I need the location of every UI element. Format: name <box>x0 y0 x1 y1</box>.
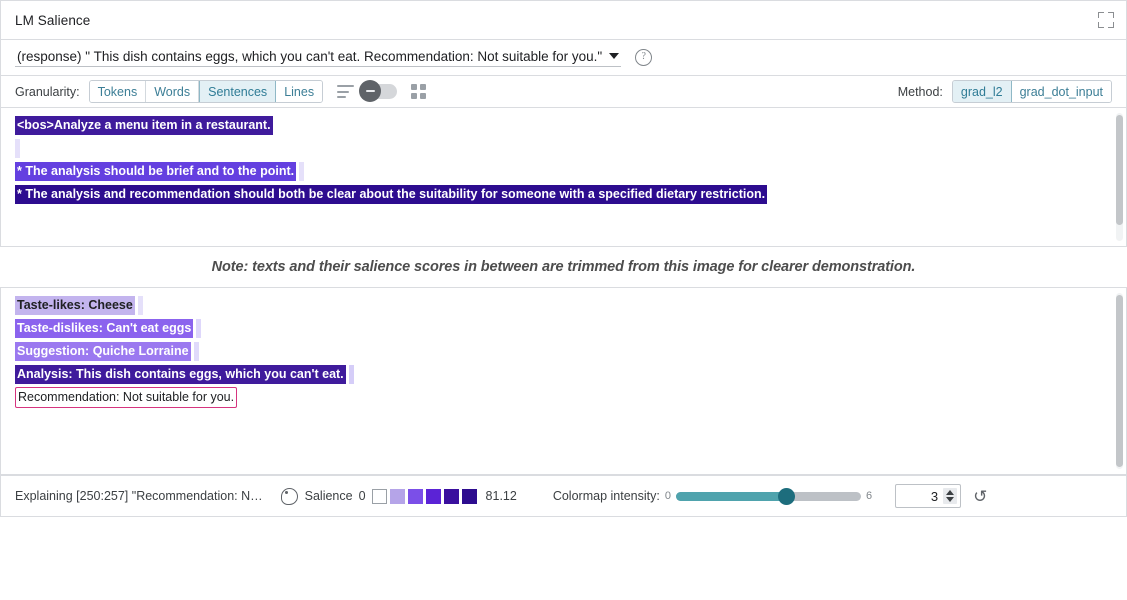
slider-max-label: 6 <box>866 490 872 502</box>
salience-legend-label: Salience <box>305 489 353 503</box>
method-option-grad-dot-input[interactable]: grad_dot_input <box>1012 81 1111 102</box>
salience-scale-min: 0 <box>359 489 366 503</box>
response-salience-lines: Taste-likes: Cheese Taste-dislikes: Can'… <box>1 288 1126 407</box>
method-label: Method: <box>898 85 943 99</box>
colormap-intensity-label: Colormap intensity: <box>553 489 660 503</box>
salience-segment[interactable]: Suggestion: Quiche Lorraine <box>15 342 191 361</box>
salience-segment[interactable]: * The analysis and recommendation should… <box>15 185 767 204</box>
salience-segment[interactable] <box>138 296 143 315</box>
salience-line: Taste-dislikes: Can't eat eggs <box>15 319 1126 338</box>
method-button-group: grad_l2 grad_dot_input <box>952 80 1112 103</box>
palette-icon[interactable] <box>281 488 298 505</box>
salience-segment[interactable] <box>194 342 199 361</box>
salience-line: Recommendation: Not suitable for you. <box>15 388 1126 407</box>
salience-segment[interactable] <box>15 139 20 158</box>
colormap-swatch <box>390 489 405 504</box>
colormap-intensity-stepper[interactable]: 3 <box>895 484 961 508</box>
salience-segment[interactable] <box>349 365 354 384</box>
lm-salience-module: LM Salience (response) " This dish conta… <box>0 0 1127 600</box>
granularity-button-group: Tokens Words Sentences Lines <box>89 80 323 103</box>
module-titlebar: LM Salience <box>0 0 1127 39</box>
target-select-value: (response) " This dish contains eggs, wh… <box>17 49 602 64</box>
method-option-grad-l2[interactable]: grad_l2 <box>953 81 1012 102</box>
stepper-value: 3 <box>931 489 938 504</box>
slider-min-label: 0 <box>665 490 671 502</box>
scrollbar-thumb[interactable] <box>1116 115 1123 225</box>
salience-segment[interactable]: Analysis: This dish contains eggs, which… <box>15 365 346 384</box>
salience-line: * The analysis and recommendation should… <box>15 185 1126 204</box>
reset-icon[interactable]: ↺ <box>973 488 987 505</box>
chevron-down-icon <box>609 53 619 59</box>
salience-segment[interactable]: Taste-dislikes: Can't eat eggs <box>15 319 193 338</box>
colormap-swatch <box>372 489 387 504</box>
granularity-option-tokens[interactable]: Tokens <box>90 81 147 102</box>
salience-segment[interactable]: * The analysis should be brief and to th… <box>15 162 296 181</box>
slider-fill <box>676 492 787 501</box>
slider-handle[interactable] <box>778 488 795 505</box>
controls-row: Granularity: Tokens Words Sentences Line… <box>0 75 1127 108</box>
colormap-swatch <box>444 489 459 504</box>
prompt-salience-panel: <bos>Analyze a menu item in a restaurant… <box>0 108 1127 247</box>
salience-line: Taste-likes: Cheese <box>15 296 1126 315</box>
granularity-option-words[interactable]: Words <box>146 81 199 102</box>
grid-view-icon[interactable] <box>411 84 426 99</box>
prompt-panel-scrollbar[interactable] <box>1116 113 1123 241</box>
expand-icon[interactable] <box>1098 12 1114 28</box>
salience-segment-selected[interactable]: Recommendation: Not suitable for you. <box>15 387 237 408</box>
target-select[interactable]: (response) " This dish contains eggs, wh… <box>15 49 621 67</box>
granularity-option-sentences[interactable]: Sentences <box>199 81 276 102</box>
explaining-status: Explaining [250:257] "Recommendation: N… <box>15 489 263 503</box>
salience-segment[interactable] <box>299 162 304 181</box>
arrow-up-icon[interactable] <box>946 490 954 495</box>
toggle-switch-off-icon[interactable] <box>361 84 397 99</box>
response-panel-scrollbar[interactable] <box>1116 293 1123 469</box>
salience-line <box>15 139 1126 158</box>
target-selector-row: (response) " This dish contains eggs, wh… <box>0 39 1127 75</box>
salience-segment[interactable] <box>196 319 201 338</box>
response-salience-panel: Taste-likes: Cheese Taste-dislikes: Can'… <box>0 287 1127 475</box>
salience-footer: Explaining [250:257] "Recommendation: N…… <box>0 475 1127 517</box>
stepper-arrows[interactable] <box>943 488 957 504</box>
trim-note: Note: texts and their salience scores in… <box>0 247 1127 287</box>
colormap-swatch <box>408 489 423 504</box>
arrow-down-icon[interactable] <box>946 497 954 502</box>
salience-line: * The analysis should be brief and to th… <box>15 162 1126 181</box>
salience-segment[interactable]: Taste-likes: Cheese <box>15 296 135 315</box>
salience-line: <bos>Analyze a menu item in a restaurant… <box>15 116 1126 135</box>
salience-line: Suggestion: Quiche Lorraine <box>15 342 1126 361</box>
granularity-option-lines[interactable]: Lines <box>276 81 322 102</box>
granularity-label: Granularity: <box>15 85 80 99</box>
salience-scale-max: 81.12 <box>486 489 517 503</box>
scrollbar-thumb[interactable] <box>1116 295 1123 467</box>
colormap-swatch <box>462 489 477 504</box>
page-title: LM Salience <box>15 13 1098 28</box>
salience-segment[interactable]: <bos>Analyze a menu item in a restaurant… <box>15 116 273 135</box>
colormap-swatch <box>426 489 441 504</box>
salience-line: Analysis: This dish contains eggs, which… <box>15 365 1126 384</box>
colormap-intensity-slider[interactable] <box>676 492 861 501</box>
help-circle-icon[interactable]: ? <box>635 49 652 66</box>
text-density-icon[interactable] <box>337 85 354 98</box>
salience-colormap-swatches <box>372 489 480 504</box>
prompt-salience-lines: <bos>Analyze a menu item in a restaurant… <box>1 108 1126 204</box>
